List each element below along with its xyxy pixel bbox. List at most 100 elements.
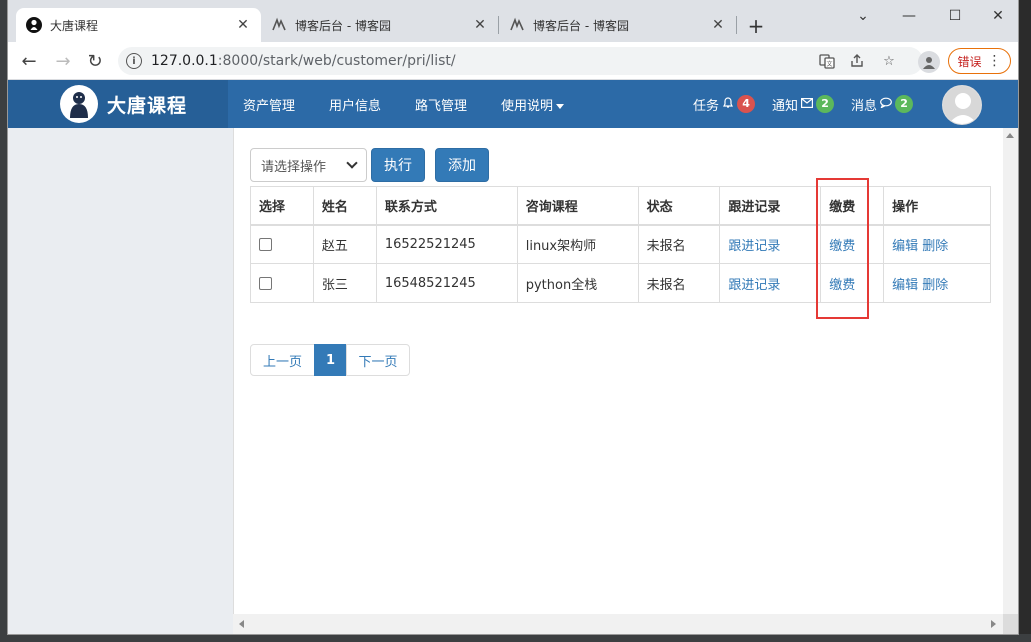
translate-icon[interactable]: 文	[818, 52, 836, 70]
select-placeholder: 请选择操作	[261, 159, 327, 175]
batch-action-select[interactable]: 请选择操作	[250, 148, 367, 182]
row-checkbox[interactable]	[259, 237, 272, 251]
cnblogs-icon	[271, 17, 287, 33]
person-logo-icon	[26, 17, 42, 33]
pagination: 上一页 1 下一页	[250, 344, 410, 376]
cell-name: 赵五	[312, 224, 377, 264]
payment-link[interactable]: 缴费	[829, 278, 855, 293]
tab-title: 博客后台 - 博客园	[295, 18, 391, 33]
browser-toolbar: ← → ↻ i 127.0.0.1:8000/stark/web/custome…	[8, 42, 1018, 80]
page-viewport: 大唐课程 资产管理 用户信息 路飞管理 使用说明 任务 4 通知 2 消息 2 …	[8, 80, 1018, 634]
edit-link[interactable]: 编辑	[892, 278, 918, 293]
maximize-button[interactable]: ☐	[932, 4, 978, 28]
svg-text:文: 文	[826, 60, 832, 68]
next-page-button[interactable]: 下一页	[346, 344, 410, 376]
followup-link[interactable]: 跟进记录	[728, 278, 780, 293]
col-followup: 跟进记录	[719, 186, 822, 226]
delete-link[interactable]: 删除	[922, 278, 948, 293]
nav-notices[interactable]: 通知 2	[772, 80, 835, 128]
notices-label: 通知	[772, 98, 799, 114]
main-menu: 资产管理 用户信息 路飞管理 使用说明	[243, 80, 598, 128]
menu-item-user-info[interactable]: 用户信息	[329, 95, 381, 114]
tab-datang-course[interactable]: 大唐课程 ✕	[16, 8, 261, 42]
current-page-button[interactable]: 1	[314, 344, 347, 376]
site-info-icon[interactable]: i	[126, 53, 142, 69]
payment-link[interactable]: 缴费	[829, 239, 855, 254]
cell-name: 张三	[312, 263, 377, 303]
bell-icon	[722, 96, 734, 112]
col-phone: 联系方式	[375, 186, 518, 226]
cell-status: 未报名	[637, 263, 721, 303]
table-row: 赵五 16522521245 linux架构师 未报名 跟进记录 缴费 编辑 删…	[250, 224, 991, 264]
close-tab-icon[interactable]: ✕	[710, 17, 726, 33]
col-course: 咨询课程	[516, 186, 639, 226]
url-text[interactable]: 127.0.0.1:8000/stark/web/customer/pri/li…	[151, 53, 456, 69]
delete-link[interactable]: 删除	[922, 239, 948, 254]
add-button[interactable]: 添加	[435, 148, 489, 182]
chevron-down-icon	[346, 157, 358, 169]
chevron-down-icon[interactable]: ⌄	[840, 4, 886, 28]
person-logo-icon	[60, 85, 98, 123]
tasks-badge: 4	[737, 95, 756, 113]
profile-icon[interactable]	[918, 51, 940, 73]
tab-title: 博客后台 - 博客园	[533, 18, 629, 33]
back-arrow-icon[interactable]: ←	[16, 48, 42, 74]
menu-item-luffy[interactable]: 路飞管理	[415, 95, 467, 114]
tab-blog-admin-1[interactable]: 博客后台 - 博客园 ✕	[261, 8, 498, 42]
new-tab-button[interactable]: +	[746, 14, 766, 38]
close-tab-icon[interactable]: ✕	[235, 17, 251, 33]
menu-item-usage[interactable]: 使用说明	[501, 95, 565, 114]
forward-arrow-icon[interactable]: →	[50, 48, 76, 74]
col-payment: 缴费	[820, 186, 885, 226]
cell-status: 未报名	[637, 224, 721, 264]
share-icon[interactable]	[848, 52, 866, 70]
col-operations: 操作	[883, 186, 991, 226]
scroll-left-icon[interactable]	[239, 620, 244, 628]
browser-window: 大唐课程 ✕ 博客后台 - 博客园 ✕ 博客后台 - 博客园 ✕ + ⌄ — ☐…	[8, 0, 1018, 634]
nav-tasks[interactable]: 任务 4	[693, 80, 756, 128]
minimize-button[interactable]: —	[886, 4, 932, 28]
tab-strip: 大唐课程 ✕ 博客后台 - 博客园 ✕ 博客后台 - 博客园 ✕ + ⌄ — ☐…	[8, 0, 1018, 42]
notices-badge: 2	[816, 95, 835, 113]
cell-phone: 16548521245	[375, 263, 518, 303]
error-label: 错误	[957, 54, 982, 69]
customer-table: 选择 姓名 联系方式 咨询课程 状态 跟进记录 缴费 操作 赵五 1652252…	[250, 186, 991, 303]
brand-title: 大唐课程	[107, 94, 188, 117]
messages-badge: 2	[895, 95, 914, 113]
followup-link[interactable]: 跟进记录	[728, 239, 780, 254]
col-name: 姓名	[312, 186, 377, 226]
nav-messages[interactable]: 消息 2	[851, 80, 914, 128]
horizontal-scrollbar[interactable]	[233, 614, 1003, 634]
cell-course: python全栈	[516, 263, 639, 303]
scroll-up-icon[interactable]	[1006, 133, 1014, 138]
cell-course: linux架构师	[516, 224, 639, 264]
row-checkbox[interactable]	[259, 276, 272, 290]
vertical-scrollbar[interactable]	[1003, 128, 1018, 634]
prev-page-button[interactable]: 上一页	[250, 344, 315, 376]
col-select: 选择	[250, 186, 314, 226]
main-content: 请选择操作 执行 添加 选择 姓名 联系方式 咨询课程 状态 跟进记录 缴费 操…	[233, 128, 1003, 614]
table-header-row: 选择 姓名 联系方式 咨询课程 状态 跟进记录 缴费 操作	[250, 186, 991, 226]
reload-icon[interactable]: ↻	[82, 48, 108, 74]
address-bar[interactable]: i 127.0.0.1:8000/stark/web/customer/pri/…	[118, 47, 923, 75]
bookmark-star-icon[interactable]: ☆	[880, 52, 898, 70]
caret-down-icon	[556, 103, 565, 109]
tab-blog-admin-2[interactable]: 博客后台 - 博客园 ✕	[499, 8, 736, 42]
top-navbar: 大唐课程 资产管理 用户信息 路飞管理 使用说明 任务 4 通知 2 消息 2	[8, 80, 1018, 128]
user-avatar[interactable]	[942, 85, 982, 125]
comment-icon	[880, 97, 892, 112]
more-vert-icon: ⋮	[987, 53, 1002, 69]
tab-title: 大唐课程	[50, 18, 99, 33]
table-row: 张三 16548521245 python全栈 未报名 跟进记录 缴费 编辑 删…	[250, 263, 991, 303]
left-sidebar	[8, 128, 233, 634]
menu-item-assets[interactable]: 资产管理	[243, 95, 295, 114]
error-button[interactable]: 错误 ⋮	[948, 48, 1011, 74]
edit-link[interactable]: 编辑	[892, 239, 918, 254]
cell-phone: 16522521245	[375, 224, 518, 264]
col-status: 状态	[637, 186, 721, 226]
scroll-right-icon[interactable]	[991, 620, 996, 628]
close-tab-icon[interactable]: ✕	[472, 17, 488, 33]
close-window-button[interactable]: ✕	[978, 4, 1018, 28]
execute-button[interactable]: 执行	[371, 148, 425, 182]
brand[interactable]: 大唐课程	[8, 80, 228, 128]
